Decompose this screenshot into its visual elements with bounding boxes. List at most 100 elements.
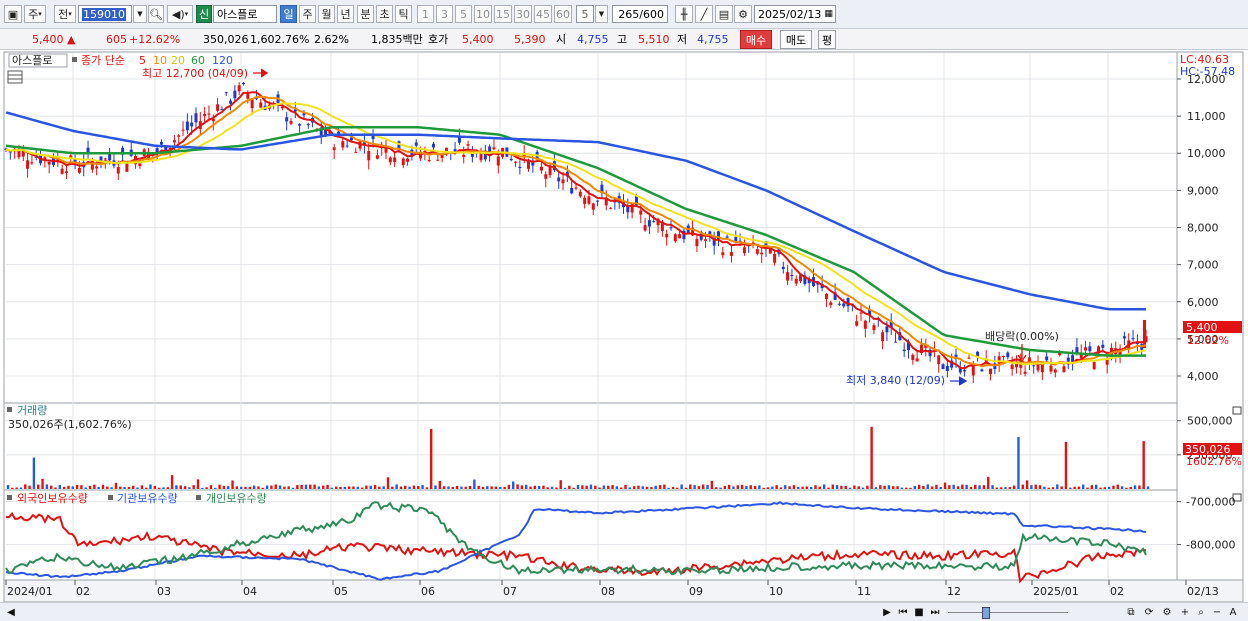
calendar-icon[interactable]: ▦ — [824, 9, 833, 19]
first-page-icon[interactable]: ⏮ — [896, 605, 910, 619]
new-badge[interactable]: 신 — [196, 5, 212, 23]
period-month[interactable]: 월 — [318, 5, 335, 23]
period-minute[interactable]: 분 — [357, 5, 374, 23]
eval-button[interactable]: 평 — [818, 30, 836, 49]
candle-body — [665, 233, 669, 238]
market-select[interactable]: 주 ▾ — [24, 5, 46, 23]
candle-body — [1131, 338, 1135, 340]
volume-bar — [227, 486, 230, 489]
period-day[interactable]: 일 — [280, 5, 297, 23]
candle-body — [673, 234, 677, 242]
high-price: 5,510 — [638, 33, 670, 46]
candle-body — [561, 179, 565, 184]
x-tick-label: 02 — [76, 585, 90, 598]
volume-bar — [740, 484, 744, 489]
refresh-icon[interactable]: ⟳ — [1142, 605, 1156, 619]
last-page-icon[interactable]: ⏭ — [928, 605, 942, 619]
scroll-left-icon[interactable]: ◀ — [4, 605, 18, 619]
candle-body — [967, 357, 971, 359]
volume-bar — [455, 485, 459, 489]
interval-3[interactable]: 3 — [436, 5, 453, 23]
candle-body — [224, 92, 228, 94]
candle-body — [496, 156, 500, 166]
sound-icon[interactable]: ◀) ▾ — [167, 5, 193, 23]
candle-body — [760, 252, 764, 255]
candle-type-icon[interactable]: ╫ — [675, 5, 693, 23]
volume-bar — [585, 485, 588, 489]
interval-5[interactable]: 5 — [455, 5, 472, 23]
volume-bar — [766, 487, 770, 489]
search-zoom-icon[interactable]: ⌕ — [1194, 605, 1208, 619]
zoom-in-icon[interactable]: + — [1178, 605, 1192, 619]
volume-bar — [97, 486, 100, 489]
period-year[interactable]: 년 — [337, 5, 354, 23]
save-icon[interactable]: ▤ — [715, 5, 733, 23]
volume-bar — [645, 486, 649, 489]
volume-bar — [451, 486, 454, 489]
quote-bar: 5,400 ▲ 605 +12.62% 350,026 1,602.76% 2.… — [0, 29, 1248, 50]
date-input[interactable]: 2025/02/13 ▦ — [754, 5, 836, 23]
count-input[interactable]: 265/600 — [612, 5, 668, 23]
volume-bar — [248, 486, 252, 489]
volume-bar — [857, 486, 860, 489]
volume-value: 350,026 — [203, 33, 249, 46]
interval-15[interactable]: 15 — [494, 5, 512, 23]
stock-name-field[interactable]: 아스플로 — [213, 5, 277, 23]
volume-bar — [352, 486, 355, 489]
horizontal-scrollbar[interactable]: ◀ ▶ ⏮ ■ ⏭ ⧉ ⟳ ⚙ + ⌕ − A — [0, 602, 1248, 621]
line-tool-icon[interactable]: ╱ — [695, 5, 713, 23]
foreign-holding-label: 외국인보유수량 — [17, 492, 88, 505]
candle-body — [207, 113, 211, 115]
period-week[interactable]: 주 — [299, 5, 316, 23]
zoom-slider-track[interactable] — [948, 612, 1068, 613]
volume-bar — [244, 486, 247, 489]
settings-icon[interactable]: ⚙ — [1160, 605, 1174, 619]
prev-button[interactable]: 전 ▾ — [54, 5, 76, 23]
period-second[interactable]: 초 — [376, 5, 393, 23]
volume-bar — [477, 485, 480, 489]
volume-bar — [434, 485, 437, 489]
volume-bar — [339, 486, 342, 489]
scroll-right-icon[interactable]: ▶ — [880, 605, 894, 619]
individual-holding-label: 개인보유수량 — [206, 492, 267, 505]
copy-icon[interactable]: ⧉ — [1124, 605, 1138, 619]
interval-10[interactable]: 10 — [474, 5, 492, 23]
table-view-icon[interactable] — [7, 70, 23, 84]
candle-body — [1023, 371, 1027, 374]
zoom-slider-thumb[interactable] — [982, 607, 990, 619]
volume-bar — [702, 484, 705, 489]
font-size-icon[interactable]: A — [1226, 605, 1240, 619]
interval-1[interactable]: 1 — [417, 5, 434, 23]
interval-dropdown-icon[interactable]: ▼ — [595, 5, 608, 23]
sell-button[interactable]: 매도 — [780, 30, 812, 49]
window-menu-icon[interactable]: ▣ — [4, 5, 22, 23]
volume-bar — [1133, 485, 1137, 489]
period-tick[interactable]: 틱 — [395, 5, 412, 23]
interval-30[interactable]: 30 — [514, 5, 532, 23]
interval-60[interactable]: 60 — [554, 5, 572, 23]
candle-body — [462, 154, 466, 157]
search-icon[interactable]: 🔍︎ — [148, 5, 164, 23]
volume-bar — [464, 486, 467, 489]
volume-bar — [771, 486, 774, 489]
volume-bar — [624, 485, 627, 489]
volume-bar — [607, 485, 610, 489]
volume-panel-close-icon[interactable] — [1232, 406, 1242, 415]
stock-chart[interactable]: 아스플로 종가 단순 5 10 20 60 120 최고 12,700 (04/… — [0, 51, 1248, 603]
volume-bar — [719, 487, 722, 489]
volume-bar — [563, 487, 567, 489]
stop-icon[interactable]: ■ — [912, 605, 926, 619]
stock-code-input[interactable]: 159010 — [78, 5, 132, 23]
volume-bar — [1086, 487, 1089, 489]
gear-icon[interactable]: ⚙ — [734, 5, 752, 23]
buy-button[interactable]: 매수 — [740, 30, 772, 49]
candle-body — [466, 144, 470, 146]
candle-body — [941, 364, 945, 370]
code-dropdown-icon[interactable]: ▼ — [133, 5, 147, 23]
volume-bar — [948, 485, 951, 489]
interval-45[interactable]: 45 — [534, 5, 552, 23]
volume-bar — [749, 485, 752, 489]
candle-body — [1062, 366, 1066, 373]
interval-input[interactable]: 5 — [576, 5, 594, 23]
zoom-out-icon[interactable]: − — [1210, 605, 1224, 619]
